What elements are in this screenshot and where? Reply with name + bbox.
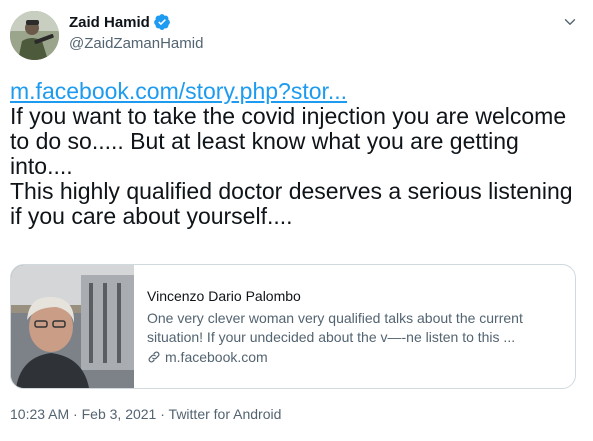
link-preview-card[interactable]: Vincenzo Dario Palombo One very clever w… [10, 264, 576, 389]
profile-photo-icon [10, 11, 59, 60]
card-domain-text: m.facebook.com [165, 349, 268, 365]
tweet-text-line: into.... [10, 153, 73, 179]
tweet: Zaid Hamid @ZaidZamanHamid m.facebook.co… [0, 0, 593, 441]
card-domain: m.facebook.com [147, 349, 574, 365]
tweet-text-line: This highly qualified doctor deserves a … [10, 178, 573, 204]
meta-separator: · [160, 406, 169, 422]
link-icon [147, 350, 161, 364]
chevron-down-icon [564, 19, 576, 25]
tweet-text: m.facebook.com/story.php?stor... If you … [10, 79, 585, 229]
tweet-link[interactable]: m.facebook.com/story.php?stor... [10, 78, 347, 104]
meta-separator: · [73, 406, 82, 422]
tweet-meta: 10:23 AM · Feb 3, 2021 · Twitter for And… [10, 406, 281, 422]
tweet-source: Twitter for Android [168, 406, 282, 422]
tweet-text-line: to do so..... But at least know what you… [10, 128, 519, 154]
tweet-date[interactable]: Feb 3, 2021 [82, 406, 157, 422]
tweet-text-line: If you want to take the covid injection … [10, 103, 567, 129]
card-title: Vincenzo Dario Palombo [147, 288, 301, 304]
card-description-line: One very clever woman very qualified tal… [147, 310, 523, 326]
verified-badge-icon [153, 13, 171, 31]
tweet-time[interactable]: 10:23 AM [10, 406, 69, 422]
tweet-text-line: if you care about yourself.... [10, 203, 293, 229]
user-handle[interactable]: @ZaidZamanHamid [69, 35, 203, 52]
avatar[interactable] [10, 11, 59, 60]
card-thumbnail [11, 265, 134, 388]
tweet-author: Zaid Hamid @ZaidZamanHamid [69, 12, 203, 53]
more-options-button[interactable] [560, 12, 580, 32]
card-description-line: situation! If your undecided about the v… [147, 329, 516, 345]
card-description: One very clever woman very qualified tal… [147, 309, 574, 347]
display-name[interactable]: Zaid Hamid [69, 14, 150, 31]
